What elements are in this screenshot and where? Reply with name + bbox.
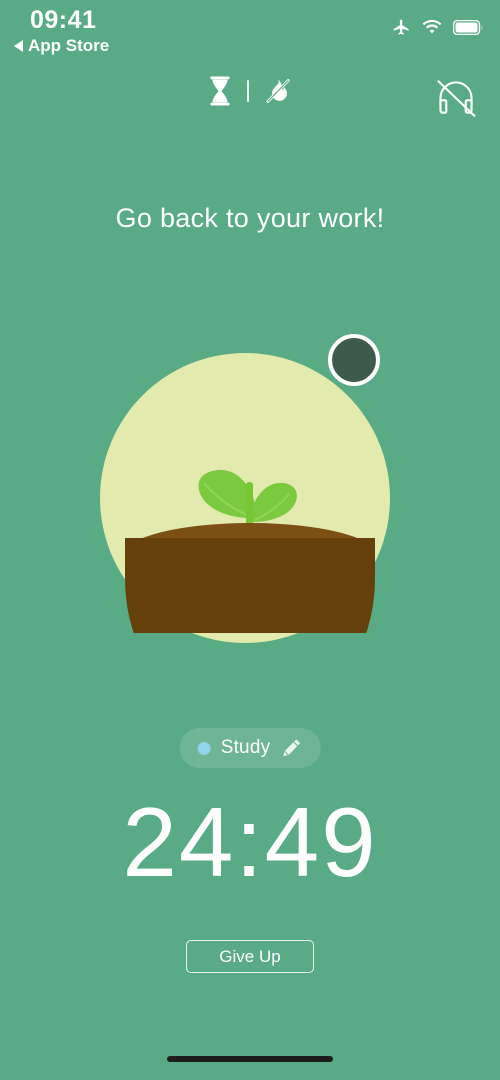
status-bar-clock: 09:41 [30, 6, 97, 34]
battery-icon [453, 20, 484, 35]
status-bar-indicators [392, 18, 484, 37]
forest-focus-screen: 09:41 App Store Go back to your work! St… [0, 0, 500, 1080]
top-icon-bar [0, 76, 500, 120]
give-up-button[interactable]: Give Up [186, 940, 314, 973]
headphones-slash-icon[interactable] [432, 74, 480, 122]
pencil-icon[interactable] [280, 737, 302, 759]
page-title: Go back to your work! [115, 203, 385, 233]
tag-label: Study [220, 737, 271, 758]
mode-indicator-group [207, 76, 293, 106]
back-to-app-store-button[interactable]: App Store [14, 36, 109, 56]
countdown-timer: 24:49 [122, 787, 378, 897]
back-label: App Store [28, 36, 110, 55]
home-indicator[interactable] [167, 1056, 333, 1062]
airplane-mode-icon [392, 18, 411, 37]
icon-divider [247, 80, 249, 102]
hourglass-icon[interactable] [207, 76, 233, 106]
tag-color-dot [197, 741, 211, 755]
back-triangle-icon [14, 40, 23, 52]
tree-illustration[interactable] [0, 330, 500, 665]
flame-slash-icon[interactable] [263, 76, 293, 106]
tag-selector[interactable]: Study [179, 728, 321, 768]
growth-stage-badge[interactable] [328, 334, 380, 386]
status-bar: 09:41 App Store [0, 0, 500, 62]
wifi-icon [422, 20, 442, 35]
